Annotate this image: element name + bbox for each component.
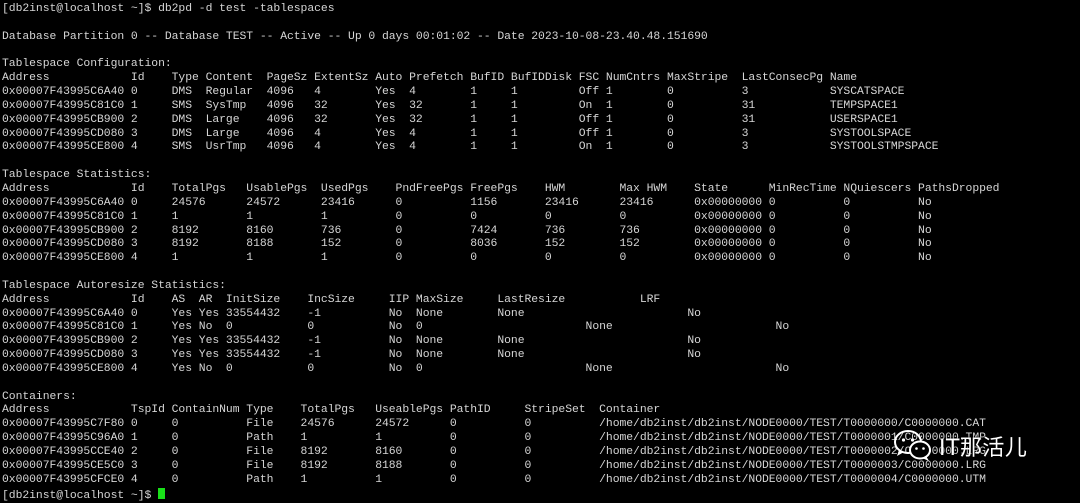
terminal-line: 0x00007F43995CD080 3 DMS Large 4096 4 Ye… <box>2 127 912 140</box>
terminal-line: 0x00007F43995CE800 4 1 1 1 0 0 0 0 0x000… <box>2 252 932 265</box>
terminal-line: 0x00007F43995CB900 2 Yes Yes 33554432 -1… <box>2 335 701 348</box>
terminal-line: 0x00007F43995CE800 4 Yes No 0 0 No 0 Non… <box>2 362 790 375</box>
terminal-line: 0x00007F43995C6A40 0 Yes Yes 33554432 -1… <box>2 307 701 320</box>
terminal-line: [db2inst@localhost ~]$ db2pd -d test -ta… <box>2 3 335 15</box>
wechat-icon <box>894 430 931 461</box>
terminal-line: 0x00007F43995CB900 2 8192 8160 736 0 742… <box>2 224 932 237</box>
terminal-line: Address TspId ContainNum Type TotalPgs U… <box>2 404 661 417</box>
terminal-line: 0x00007F43995C81C0 1 SMS SysTmp 4096 32 … <box>2 99 898 112</box>
terminal-line: 0x00007F43995CD080 3 8192 8188 152 0 803… <box>2 238 932 251</box>
terminal-line: Tablespace Statistics: <box>2 169 152 182</box>
terminal-line: 0x00007F43995C81C0 1 1 1 1 0 0 0 0 0x000… <box>2 210 932 223</box>
terminal-line: Address Id AS AR InitSize IncSize IIP Ma… <box>2 293 661 306</box>
watermark-text: IT那活儿 <box>939 436 1028 461</box>
terminal-line: 0x00007F43995CB900 2 DMS Large 4096 32 Y… <box>2 113 898 126</box>
terminal-line: 0x00007F43995CFCE0 4 0 Path 1 1 0 0 /hom… <box>2 473 986 486</box>
terminal-output[interactable]: [db2inst@localhost ~]$ db2pd -d test -ta… <box>2 3 1080 502</box>
terminal-line: Address Id TotalPgs UsablePgs UsedPgs Pn… <box>2 182 1000 195</box>
terminal-line: 0x00007F43995C81C0 1 Yes No 0 0 No 0 Non… <box>2 321 790 334</box>
cursor <box>158 487 166 499</box>
terminal-line: Tablespace Configuration: <box>2 58 172 71</box>
terminal-line: Containers: <box>2 390 77 403</box>
terminal-line: 0x00007F43995CD080 3 Yes Yes 33554432 -1… <box>2 349 701 362</box>
terminal-line: 0x00007F43995C6A40 0 24576 24572 23416 0… <box>2 196 932 209</box>
terminal-line: Database Partition 0 -- Database TEST --… <box>2 30 708 43</box>
terminal-line: Tablespace Autoresize Statistics: <box>2 279 226 292</box>
terminal-line: 0x00007F43995C6A40 0 DMS Regular 4096 4 … <box>2 86 905 99</box>
terminal-line: Address Id Type Content PageSz ExtentSz … <box>2 72 857 85</box>
watermark: IT那活儿 <box>893 428 1027 464</box>
prompt-line: [db2inst@localhost ~]$ <box>2 487 1080 502</box>
terminal-line: 0x00007F43995CE800 4 SMS UsrTmp 4096 4 Y… <box>2 141 939 154</box>
